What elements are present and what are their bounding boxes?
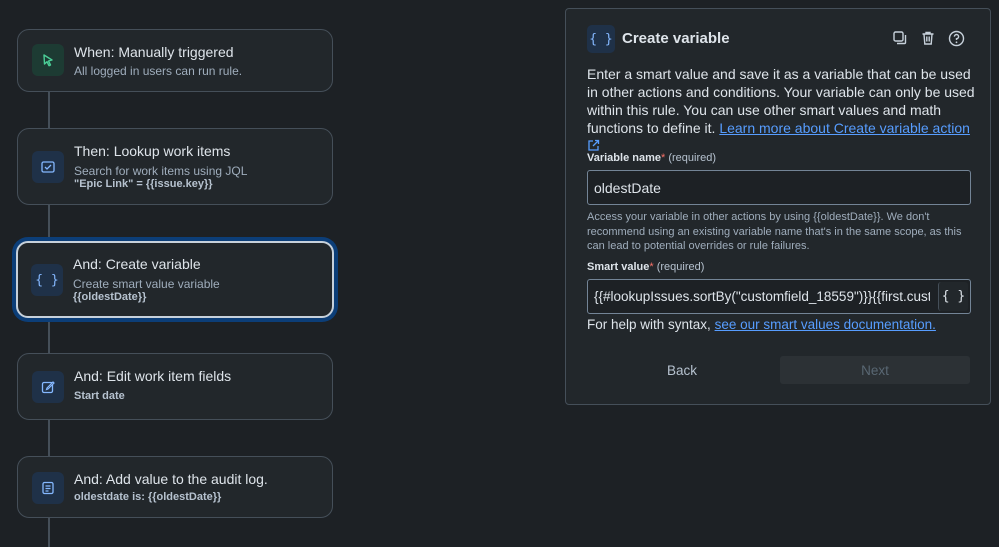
audit-log-icon <box>32 472 64 504</box>
external-link-icon[interactable] <box>587 139 600 152</box>
help-icon[interactable] <box>947 29 965 47</box>
trash-icon[interactable] <box>919 29 937 47</box>
panel-title: Create variable <box>622 30 730 47</box>
step-subtitle: Search for work items using JQL <box>74 164 248 178</box>
step-detail: "Epic Link" = {{issue.key}} <box>74 178 213 190</box>
flow-connector <box>48 204 50 241</box>
panel-description: Enter a smart value and save it as a var… <box>587 65 977 155</box>
rule-flow: When: Manually triggered All logged in u… <box>0 0 350 547</box>
smart-value-text: {{#lookupIssues.sortBy("customfield_1855… <box>594 289 930 304</box>
required-text: (required) <box>656 261 705 273</box>
flow-connector <box>48 318 50 354</box>
variable-name-help: Access your variable in other actions by… <box>587 211 962 252</box>
required-text: (required) <box>668 152 717 164</box>
smart-value-input[interactable]: {{#lookupIssues.sortBy("customfield_1855… <box>587 279 971 314</box>
required-asterisk: * <box>661 152 666 164</box>
next-button[interactable]: Next <box>780 356 970 384</box>
smart-value-insert-button[interactable]: { } <box>938 282 968 311</box>
lookup-list-icon <box>32 151 64 183</box>
step-title: Then: Lookup work items <box>74 143 231 159</box>
learn-more-text: Learn more about Create variable action <box>719 120 970 136</box>
step-title: And: Create variable <box>73 256 201 272</box>
flow-step-trigger[interactable]: When: Manually triggered All logged in u… <box>17 29 333 92</box>
smart-value-label: Smart value* (required) <box>587 261 705 273</box>
edit-pencil-icon <box>32 371 64 403</box>
flow-step-create-variable[interactable]: { } And: Create variable Create smart va… <box>16 241 334 318</box>
flow-step-edit-fields[interactable]: And: Edit work item fields Start date <box>17 353 333 420</box>
step-subtitle: Create smart value variable <box>73 277 220 291</box>
step-detail: oldestdate is: {{oldestDate}} <box>74 491 222 503</box>
flow-step-audit-log[interactable]: And: Add value to the audit log. oldestd… <box>17 456 333 518</box>
flow-connector <box>48 91 50 128</box>
back-button[interactable]: Back <box>662 356 702 384</box>
step-detail: Start date <box>74 390 125 402</box>
flow-connector <box>48 517 50 547</box>
syntax-help-text: For help with syntax, <box>587 317 715 332</box>
step-subtitle: All logged in users can run rule. <box>74 64 243 78</box>
step-title: And: Edit work item fields <box>74 368 232 384</box>
step-detail: {{oldestDate}} <box>73 291 147 303</box>
required-asterisk: * <box>649 261 654 273</box>
variable-name-label: Variable name* (required) <box>587 152 717 164</box>
step-title: And: Add value to the audit log. <box>74 471 268 487</box>
flow-step-lookup[interactable]: Then: Lookup work items Search for work … <box>17 128 333 205</box>
step-title: When: Manually triggered <box>74 44 234 60</box>
braces-icon: { } <box>587 25 615 53</box>
flow-connector <box>48 419 50 457</box>
cursor-click-icon <box>32 44 64 76</box>
braces-icon: { } <box>31 264 63 296</box>
smart-values-doc-link[interactable]: see our smart values documentation. <box>715 317 936 332</box>
create-variable-panel: { } Create variable Enter a smart value … <box>565 8 991 405</box>
copy-icon[interactable] <box>891 29 909 47</box>
syntax-help: For help with syntax, see our smart valu… <box>587 317 936 332</box>
learn-more-link[interactable]: Learn more about Create variable action <box>719 120 970 136</box>
variable-name-input[interactable] <box>587 170 971 205</box>
